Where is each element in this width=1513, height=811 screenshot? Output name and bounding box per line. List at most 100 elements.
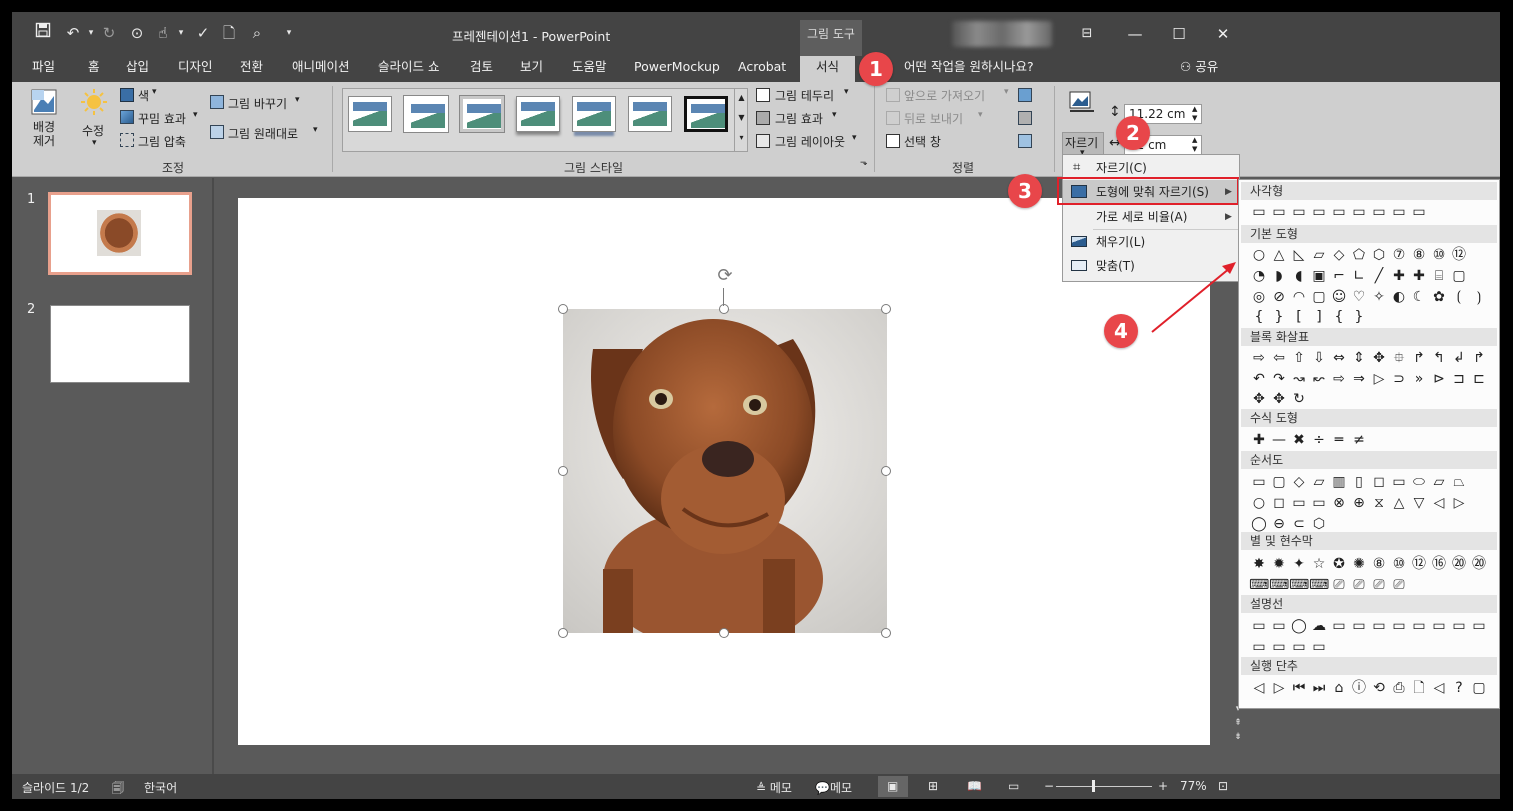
resize-handle-w[interactable] — [558, 466, 568, 476]
style-thumbnail[interactable] — [572, 96, 616, 132]
shape-option-icon[interactable]: ▯ — [1349, 472, 1369, 492]
picture-effects-icon[interactable] — [756, 111, 770, 125]
shape-option-icon[interactable]: ⑳ — [1469, 554, 1489, 574]
shape-option-icon[interactable]: ▭ — [1289, 493, 1309, 513]
start-from-beginning-icon[interactable]: ⊙ — [126, 22, 148, 44]
resize-handle-n[interactable] — [719, 304, 729, 314]
shape-option-icon[interactable]: ⬡ — [1369, 245, 1389, 265]
shape-option-icon[interactable]: ⌸ — [1429, 266, 1449, 286]
tab-help[interactable]: 도움말 — [572, 56, 607, 82]
shape-option-icon[interactable]: ▭ — [1349, 616, 1369, 636]
shape-option-icon[interactable]: ⑫ — [1449, 245, 1469, 265]
shape-option-icon[interactable]: ↱ — [1409, 348, 1429, 368]
shape-option-icon[interactable]: ⑯ — [1429, 554, 1449, 574]
shape-option-icon[interactable]: ✚ — [1249, 430, 1269, 450]
save-icon[interactable] — [32, 22, 54, 44]
shape-option-icon[interactable]: ✚ — [1409, 266, 1429, 286]
resize-handle-s[interactable] — [719, 628, 729, 638]
gallery-scroll[interactable]: ▲ ▼ ▾ — [734, 88, 748, 152]
shape-option-icon[interactable]: ◗ — [1269, 266, 1289, 286]
shape-option-icon[interactable]: ⑩ — [1389, 554, 1409, 574]
shape-option-icon[interactable]: ▥ — [1329, 472, 1349, 492]
shape-option-icon[interactable]: { — [1329, 307, 1349, 327]
shape-option-icon[interactable]: ⇕ — [1349, 348, 1369, 368]
shape-option-icon[interactable]: ▭ — [1469, 616, 1489, 636]
comments-button[interactable]: 💬메모 — [815, 779, 852, 796]
shape-option-icon[interactable]: ◔ — [1249, 266, 1269, 286]
shape-option-icon[interactable]: ▭ — [1429, 616, 1449, 636]
resize-handle-ne[interactable] — [881, 304, 891, 314]
shape-option-icon[interactable]: ▷ — [1449, 493, 1469, 513]
shape-option-icon[interactable]: ⑳ — [1449, 554, 1469, 574]
shape-option-icon[interactable]: ◇ — [1289, 472, 1309, 492]
shape-option-icon[interactable]: } — [1349, 307, 1369, 327]
shape-option-icon[interactable]: ▭ — [1249, 637, 1269, 657]
shape-option-icon[interactable]: ▭ — [1369, 202, 1389, 222]
slide-sorter-icon[interactable]: ⊞ — [928, 779, 938, 793]
shape-option-icon[interactable]: ☺ — [1329, 287, 1349, 307]
resize-handle-se[interactable] — [881, 628, 891, 638]
shape-option-icon[interactable]: ✥ — [1369, 348, 1389, 368]
change-picture-label[interactable]: 그림 바꾸기 — [228, 95, 287, 112]
shape-option-icon[interactable]: ⏭ — [1309, 678, 1329, 698]
compress-pictures-label[interactable]: 그림 압축 — [138, 133, 186, 150]
shape-option-icon[interactable]: ⏢ — [1449, 472, 1469, 492]
tell-me-search[interactable]: 어떤 작업을 원하시나요? — [904, 56, 1034, 78]
shape-option-icon[interactable]: ? — [1449, 678, 1469, 698]
tab-insert[interactable]: 삽입 — [126, 56, 149, 82]
shape-option-icon[interactable]: ◖ — [1289, 266, 1309, 286]
notes-button[interactable]: ≜ 메모 — [756, 779, 792, 796]
shape-option-icon[interactable]: ✺ — [1349, 554, 1369, 574]
slide-thumbnail-1[interactable] — [48, 192, 192, 275]
resize-handle-nw[interactable] — [558, 304, 568, 314]
shape-option-icon[interactable]: ▱ — [1309, 472, 1329, 492]
shape-option-icon[interactable]: — — [1269, 430, 1289, 450]
close-icon[interactable]: ✕ — [1208, 20, 1238, 48]
shape-option-icon[interactable]: ⌨ — [1309, 575, 1329, 595]
tab-slideshow[interactable]: 슬라이드 쇼 — [378, 56, 439, 82]
shape-option-icon[interactable]: ⎙ — [1389, 678, 1409, 698]
tab-view[interactable]: 보기 — [520, 56, 543, 82]
shape-option-icon[interactable]: ♡ — [1349, 287, 1369, 307]
reset-picture-dropdown-icon[interactable]: ▾ — [313, 125, 318, 135]
shape-option-icon[interactable]: ∟ — [1349, 266, 1369, 286]
shape-option-icon[interactable]: ○ — [1249, 245, 1269, 265]
shape-option-icon[interactable]: ↲ — [1449, 348, 1469, 368]
shape-option-icon[interactable]: ⇩ — [1309, 348, 1329, 368]
shape-option-icon[interactable]: ⌂ — [1329, 678, 1349, 698]
zoom-in-button[interactable]: + — [1158, 779, 1168, 793]
ribbon-display-options-icon[interactable]: ⊟ — [1072, 20, 1102, 48]
shape-option-icon[interactable]: ▭ — [1249, 472, 1269, 492]
shape-option-icon[interactable]: ▢ — [1449, 266, 1469, 286]
tab-file[interactable]: 파일 — [32, 56, 55, 82]
picture-border-icon[interactable] — [756, 88, 770, 102]
shape-option-icon[interactable]: 🗋 — [1409, 678, 1429, 698]
shape-option-icon[interactable]: ▭ — [1249, 202, 1269, 222]
language[interactable]: 한국어 — [144, 779, 177, 796]
shape-option-icon[interactable]: ▭ — [1329, 202, 1349, 222]
shape-option-icon[interactable]: ◁ — [1429, 493, 1449, 513]
shape-option-icon[interactable]: ▭ — [1289, 202, 1309, 222]
shape-option-icon[interactable]: ✥ — [1269, 389, 1289, 409]
shape-option-icon[interactable]: ✦ — [1289, 554, 1309, 574]
minimize-icon[interactable]: — — [1120, 20, 1150, 48]
shape-option-icon[interactable]: ⇒ — [1349, 369, 1369, 389]
shape-option-icon[interactable]: ↜ — [1309, 369, 1329, 389]
resize-handle-e[interactable] — [881, 466, 891, 476]
artistic-effects-icon[interactable] — [120, 110, 134, 124]
shape-option-icon[interactable]: } — [1269, 307, 1289, 327]
shape-option-icon[interactable]: ⟯ — [1469, 287, 1489, 307]
align-icon[interactable] — [1018, 88, 1032, 102]
dog-photo[interactable] — [563, 309, 887, 633]
shape-option-icon[interactable]: ⊘ — [1269, 287, 1289, 307]
shape-option-icon[interactable]: ⓘ — [1349, 678, 1369, 698]
print-preview-icon[interactable]: ⌕ — [246, 22, 268, 44]
resize-handle-sw[interactable] — [558, 628, 568, 638]
width-spinner[interactable]: ▲ ▼ — [1192, 136, 1197, 154]
shape-option-icon[interactable]: ✸ — [1249, 554, 1269, 574]
crop-icon[interactable] — [1068, 88, 1096, 116]
reset-picture-icon[interactable] — [210, 125, 224, 139]
shape-option-icon[interactable]: » — [1409, 369, 1429, 389]
shape-option-icon[interactable]: ⇨ — [1329, 369, 1349, 389]
shape-option-icon[interactable]: ◺ — [1289, 245, 1309, 265]
